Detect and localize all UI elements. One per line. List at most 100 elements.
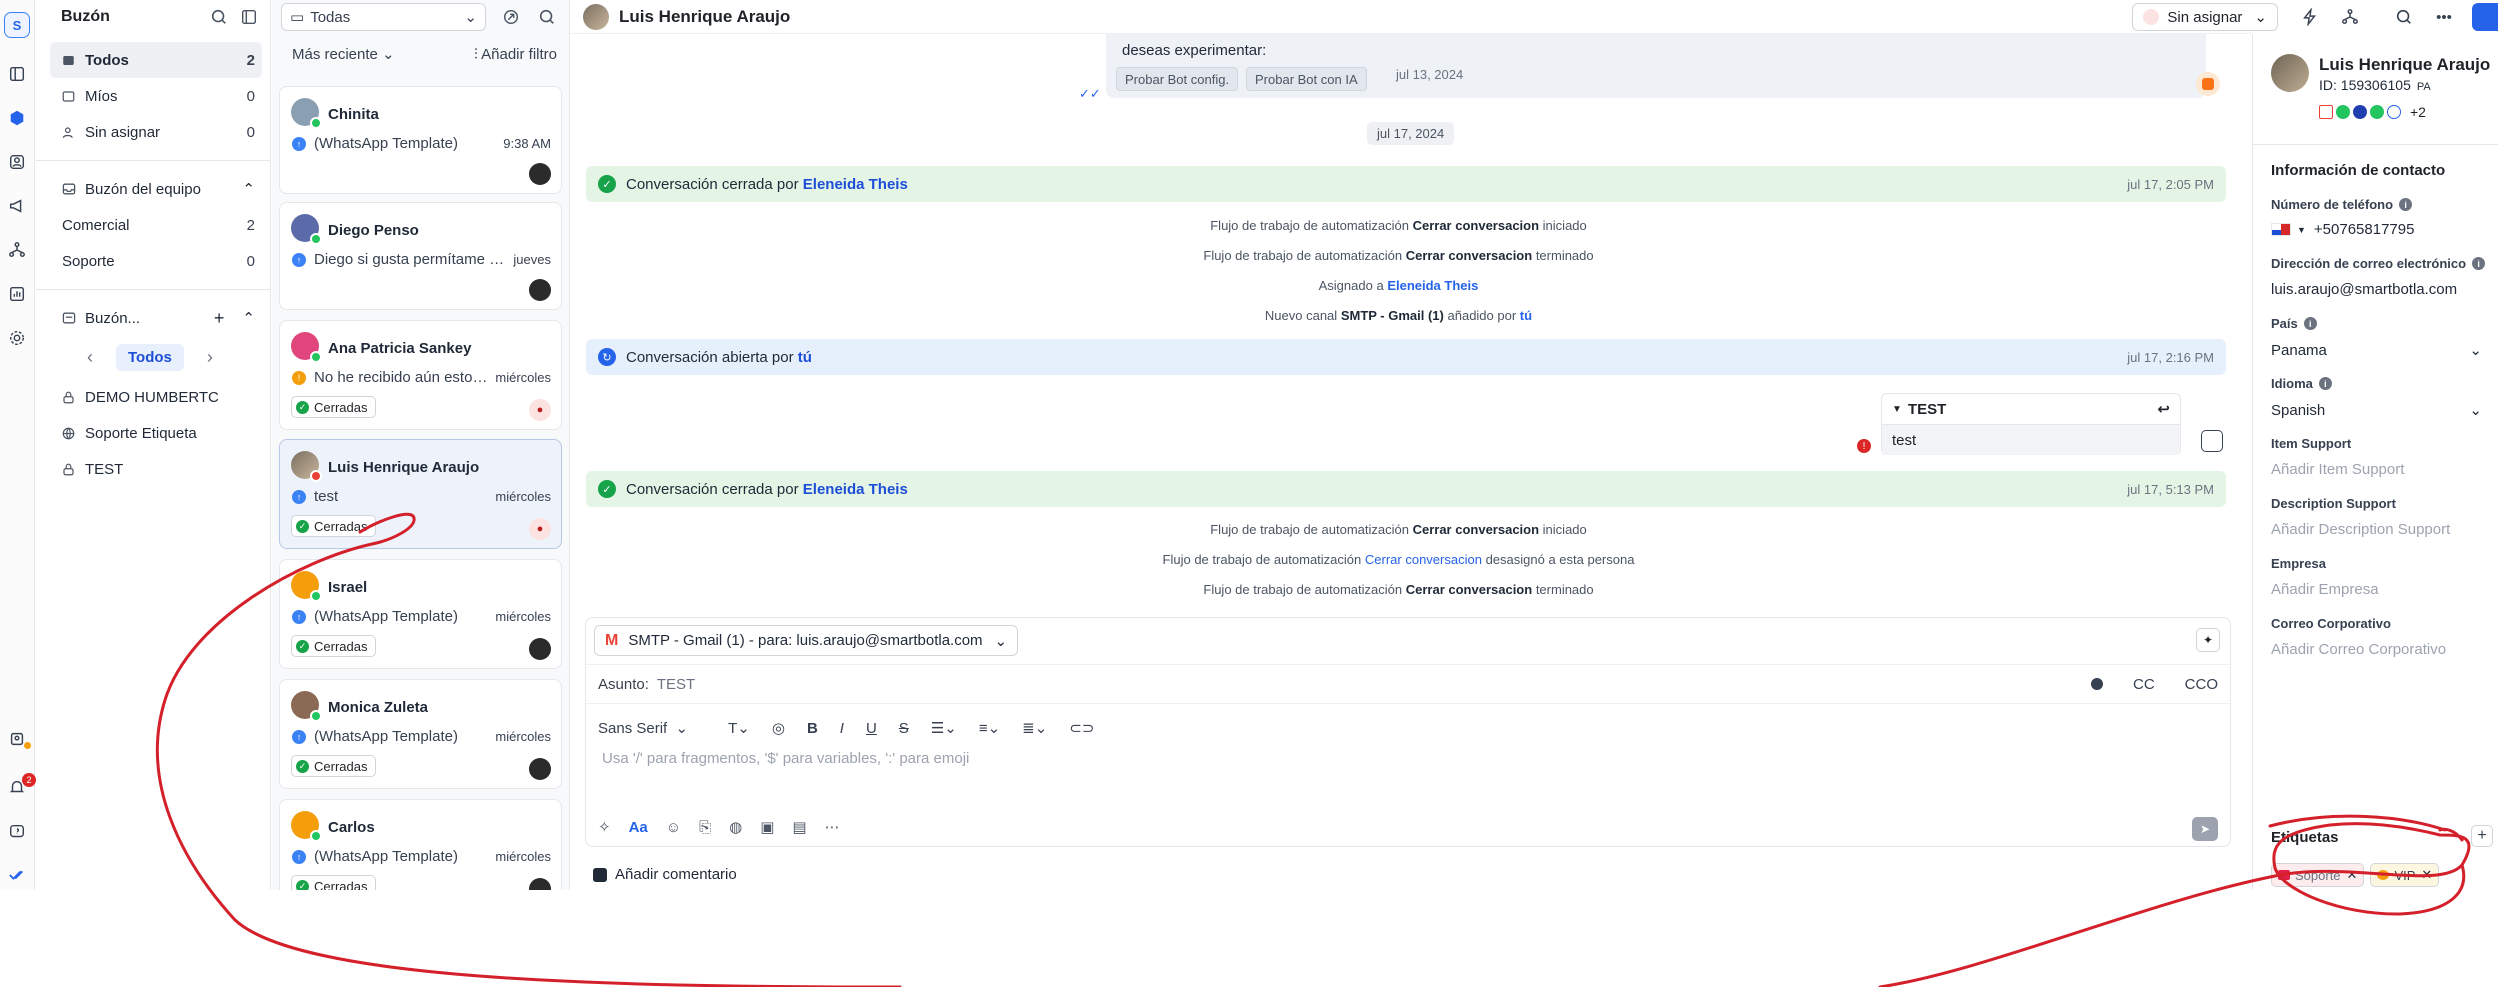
notifications-icon[interactable]: 2	[6, 773, 36, 798]
add-comment-button[interactable]: Añadir comentario	[593, 866, 737, 883]
align-icon[interactable]: ≡⌄	[979, 719, 1000, 737]
megaphone-icon[interactable]	[6, 195, 28, 217]
language-select[interactable]: Spanish ⌄	[2271, 401, 2482, 420]
search-icon[interactable]	[536, 6, 558, 28]
conversation-card[interactable]: Monica Zuleta ↑ (WhatsApp Template) miérco…	[279, 679, 562, 789]
ai-assist-icon[interactable]: ✧	[598, 818, 611, 836]
custom-inbox-section[interactable]: Buzón... + ⌃	[36, 300, 270, 336]
search-icon[interactable]	[208, 6, 230, 28]
agent-link[interactable]: tú	[798, 349, 812, 366]
remove-tag-icon[interactable]: ✕	[2347, 867, 2358, 883]
reply-icon[interactable]: ↩	[2157, 400, 2170, 418]
add-tag-button[interactable]: +	[2471, 825, 2493, 847]
tag-chip[interactable]: VIP ✕	[2370, 863, 2440, 887]
conversation-card[interactable]: Carlos ↑ (WhatsApp Template) miércoles ✓ Ce…	[279, 799, 562, 890]
sidebar-item-soporte[interactable]: Soporte 0	[36, 243, 270, 279]
agent-link[interactable]: tú	[1520, 308, 1532, 323]
collapse-sidebar-icon[interactable]	[238, 6, 260, 28]
sidebar-item-comercial[interactable]: Comercial 2	[36, 207, 270, 243]
chevron-up-icon[interactable]: ⌃	[242, 309, 255, 327]
subject-input[interactable]: TEST	[657, 676, 2091, 693]
more-channels[interactable]: +2	[2410, 104, 2426, 120]
inbox-icon[interactable]	[6, 107, 28, 129]
snippet-icon[interactable]: ▣	[760, 818, 774, 836]
chevron-right-icon[interactable]: ›	[196, 347, 224, 368]
indent-icon[interactable]: ≣⌄	[1022, 719, 1047, 737]
sidebar-item-sin-asignar[interactable]: Sin asignar 0	[36, 114, 270, 150]
tag-chip[interactable]: Soporte ✕	[2271, 863, 2365, 887]
assignee-select[interactable]: Sin asignar ⌄	[2132, 3, 2278, 31]
whatsapp-icon[interactable]	[2336, 105, 2350, 119]
conversation-card[interactable]: Ana Patricia Sankey ! No he recibido aún …	[279, 320, 562, 430]
gmail-icon[interactable]	[2319, 105, 2333, 119]
status-icon[interactable]	[6, 728, 31, 750]
chat-icon[interactable]	[2387, 105, 2401, 119]
country-select[interactable]: Panama ⌄	[2271, 341, 2482, 360]
description-support-input[interactable]: Añadir Description Support	[2271, 521, 2482, 538]
messenger-icon[interactable]	[2353, 105, 2367, 119]
sidebar-item-demo-humbertc[interactable]: DEMO HUMBERTC	[36, 379, 270, 415]
conversation-card-active[interactable]: Luis Henrique Araujo ↑ test miércoles ✓ Cer…	[279, 439, 562, 549]
double-check-icon[interactable]	[6, 864, 28, 886]
font-select[interactable]: Sans Serif ⌄	[598, 719, 688, 738]
underline-icon[interactable]: U	[866, 720, 877, 737]
template-icon[interactable]: ▤	[792, 818, 806, 836]
contacts-icon[interactable]	[6, 151, 28, 173]
settings-icon[interactable]	[6, 327, 28, 349]
status-filter-select[interactable]: ▭ Todas ⌄	[281, 3, 486, 31]
cc-button[interactable]: CC	[2133, 676, 2155, 693]
workflow-icon[interactable]	[2338, 5, 2362, 29]
voice-icon[interactable]: ◍	[729, 818, 742, 836]
team-inbox-section[interactable]: Buzón del equipo ⌃	[36, 171, 270, 207]
whatsapp-icon[interactable]	[2370, 105, 2384, 119]
message-input[interactable]: Usa '/' para fragmentos, '$' para variab…	[602, 750, 969, 767]
lightning-icon[interactable]	[2298, 5, 2322, 29]
italic-icon[interactable]: I	[840, 720, 844, 737]
conversation-card[interactable]: Diego Penso ↑ Diego si gusta permítame su…	[279, 202, 562, 310]
email-field[interactable]: luis.araujo@smartbotla.com	[2271, 281, 2482, 298]
list-icon[interactable]: ☰⌄	[931, 719, 957, 737]
phone-field[interactable]: ▼ +50765817795	[2271, 221, 2482, 238]
bot-option-button[interactable]: Probar Bot con IA	[1246, 67, 1367, 91]
item-support-input[interactable]: Añadir Item Support	[2271, 461, 2482, 478]
pager-current[interactable]: Todos	[116, 344, 184, 371]
chevron-up-icon[interactable]: ⌃	[242, 180, 255, 198]
send-button[interactable]: ➤	[2192, 817, 2218, 841]
help-icon[interactable]	[6, 821, 28, 843]
sidebar-item-test[interactable]: TEST	[36, 451, 270, 487]
workflow-icon[interactable]	[6, 239, 28, 261]
primary-action-button[interactable]	[2472, 3, 2498, 31]
chat-icon[interactable]: ⋯	[825, 818, 840, 836]
conversation-card[interactable]: Israel ↑ (WhatsApp Template) miércoles ✓ Ce…	[279, 559, 562, 669]
search-icon[interactable]	[2392, 5, 2416, 29]
channel-select[interactable]: M SMTP - Gmail (1) - para: luis.araujo@s…	[594, 625, 1019, 656]
text-color-icon[interactable]: ◎	[772, 719, 785, 737]
remove-tag-icon[interactable]: ✕	[2421, 867, 2432, 883]
sort-select[interactable]: Más reciente ⌄	[292, 45, 395, 63]
text-size-icon[interactable]: T⌄	[728, 719, 750, 737]
format-toggle[interactable]: Aa	[629, 819, 648, 836]
add-filter-button[interactable]: ⫶ Añadir filtro	[474, 46, 557, 63]
close-circle-icon[interactable]	[2090, 678, 2103, 690]
more-icon[interactable]: •••	[2432, 5, 2456, 29]
corporate-email-input[interactable]: Añadir Correo Corporativo	[2271, 641, 2482, 658]
workspace-logo[interactable]: S	[4, 12, 30, 38]
conversation-card[interactable]: Chinita ↑ (WhatsApp Template) 9:38 AM	[279, 86, 562, 194]
agent-link[interactable]: Eleneida Theis	[803, 176, 908, 193]
emoji-icon[interactable]: ☺	[666, 819, 681, 836]
cco-button[interactable]: CCO	[2185, 676, 2218, 693]
plus-icon[interactable]: +	[214, 308, 225, 329]
sidebar-item-mios[interactable]: Míos 0	[36, 78, 270, 114]
bold-icon[interactable]: B	[807, 720, 818, 737]
attachment-icon[interactable]: ⎘	[699, 819, 711, 836]
broadcast-icon[interactable]	[500, 6, 522, 28]
sidebar-item-todos[interactable]: Todos 2	[50, 42, 262, 78]
agent-link[interactable]: Eleneida Theis	[803, 481, 908, 498]
caret-down-icon[interactable]: ▼	[1892, 404, 1902, 415]
strikethrough-icon[interactable]: S	[899, 720, 909, 737]
bot-option-button[interactable]: Probar Bot config.	[1116, 67, 1239, 91]
workflow-link[interactable]: Cerrar conversacion	[1365, 552, 1482, 567]
agent-link[interactable]: Eleneida Theis	[1387, 278, 1478, 293]
magic-wand-icon[interactable]: ✦	[2196, 628, 2220, 652]
dashboard-icon[interactable]	[6, 63, 28, 85]
